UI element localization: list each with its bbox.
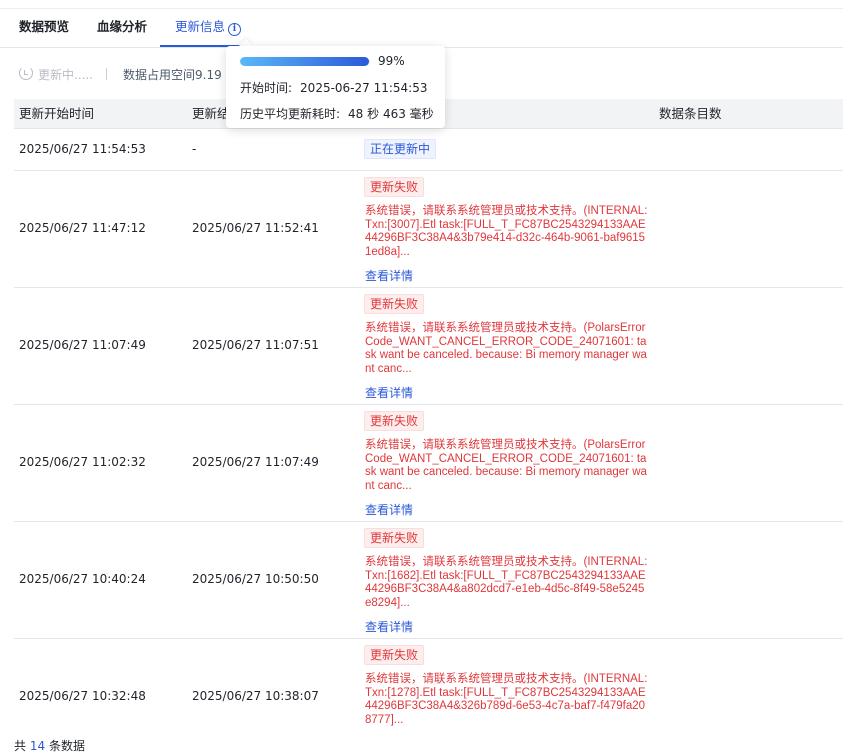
view-details-link[interactable]: 查看详情 [365, 618, 413, 635]
cell-start-time: 2025/06/27 10:40:24 [19, 572, 146, 586]
refresh-icon [19, 66, 33, 80]
tab-update-info-label: 更新信息 [175, 19, 226, 34]
tab-data-preview[interactable]: 数据预览 [19, 9, 69, 47]
storage-space-label: 数据占用空间9.19 G [123, 68, 227, 82]
progress-bar-fill [240, 57, 369, 66]
status-badge-running: 正在更新中 [364, 139, 437, 159]
total-count-prefix: 共 [14, 739, 27, 752]
start-time-value: 2025-06-27 11:54:53 [300, 81, 428, 95]
cell-end-time: 2025/06/27 11:52:41 [192, 221, 319, 235]
total-count: 共 14 条数据 [14, 737, 85, 752]
start-time-label: 开始时间: [240, 81, 293, 95]
toolbar-divider [106, 68, 107, 80]
table-row: 2025/06/27 11:47:12 2025/06/27 11:52:41 … [14, 171, 843, 288]
start-time-line: 开始时间: 2025-06-27 11:54:53 [240, 79, 428, 96]
status-badge-failed: 更新失败 [364, 528, 425, 548]
status-badge-failed: 更新失败 [364, 411, 425, 431]
update-button-label[interactable]: 更新中..... [38, 66, 93, 83]
tab-bar: 数据预览 血缘分析 更新信息 i [0, 9, 843, 48]
error-message: 系统错误，请联系系统管理员或技术支持。(INTERNAL: Txn:[1682]… [365, 556, 648, 609]
table-row: 2025/06/27 11:07:49 2025/06/27 11:07:51 … [14, 288, 843, 405]
total-count-number: 14 [29, 739, 46, 752]
view-details-link[interactable]: 查看详情 [365, 267, 413, 284]
table-row: 2025/06/27 10:40:24 2025/06/27 10:50:50 … [14, 522, 843, 639]
update-progress-tooltip: 99% 开始时间: 2025-06-27 11:54:53 历史平均更新耗时: 48… [226, 46, 445, 128]
table-row: 2025/06/27 10:32:48 2025/06/27 10:38:07 … [14, 639, 843, 752]
status-badge-failed: 更新失败 [364, 645, 425, 665]
view-details-link[interactable]: 查看详情 [365, 501, 413, 518]
error-message: 系统错误，请联系系统管理员或技术支持。(PolarsErrorCode_WANT… [365, 439, 647, 492]
avg-duration-label: 历史平均更新耗时: [240, 107, 341, 121]
table-row: 2025/06/27 11:54:53 - 正在更新中 [14, 129, 843, 171]
status-badge-failed: 更新失败 [364, 177, 425, 197]
total-count-suffix: 条数据 [48, 739, 85, 752]
column-header-end-time: 更新结 [192, 106, 230, 121]
avg-duration-line: 历史平均更新耗时: 48 秒 463 毫秒 [240, 105, 434, 122]
cell-start-time: 2025/06/27 11:47:12 [19, 221, 146, 235]
error-message: 系统错误，请联系系统管理员或技术支持。(INTERNAL: Txn:[1278]… [365, 673, 648, 726]
cell-end-time: 2025/06/27 10:50:50 [192, 572, 319, 586]
progress-percent: 99% [378, 54, 405, 68]
column-header-record-count: 数据条目数 [659, 106, 722, 121]
progress-bar [240, 57, 370, 66]
avg-duration-value: 48 秒 463 毫秒 [348, 107, 434, 121]
cell-start-time: 2025/06/27 10:32:48 [19, 689, 146, 703]
cell-end-time: 2025/06/27 10:38:07 [192, 689, 319, 703]
info-icon[interactable]: i [228, 23, 242, 36]
cell-end-time: 2025/06/27 11:07:51 [192, 338, 319, 352]
column-header-start-time: 更新开始时间 [19, 106, 95, 121]
tab-lineage-analysis[interactable]: 血缘分析 [97, 9, 147, 47]
cell-start-time: 2025/06/27 11:07:49 [19, 338, 146, 352]
cell-end-time: 2025/06/27 11:07:49 [192, 455, 319, 469]
update-history-table: 更新开始时间 更新结 数据条目数 2025/06/27 11:54:53 - 正… [14, 99, 843, 752]
error-message: 系统错误，请联系系统管理员或技术支持。(PolarsErrorCode_WANT… [365, 322, 647, 375]
cell-start-time: 2025/06/27 11:02:32 [19, 455, 146, 469]
error-message: 系统错误，请联系系统管理员或技术支持。(INTERNAL: Txn:[3007]… [365, 205, 648, 258]
table-row: 2025/06/27 11:02:32 2025/06/27 11:07:49 … [14, 405, 843, 522]
view-details-link[interactable]: 查看详情 [365, 384, 413, 401]
cell-start-time: 2025/06/27 11:54:53 [19, 142, 146, 156]
status-badge-failed: 更新失败 [364, 294, 425, 314]
tab-update-info[interactable]: 更新信息 i [160, 9, 242, 47]
cell-end-time: - [192, 142, 197, 156]
